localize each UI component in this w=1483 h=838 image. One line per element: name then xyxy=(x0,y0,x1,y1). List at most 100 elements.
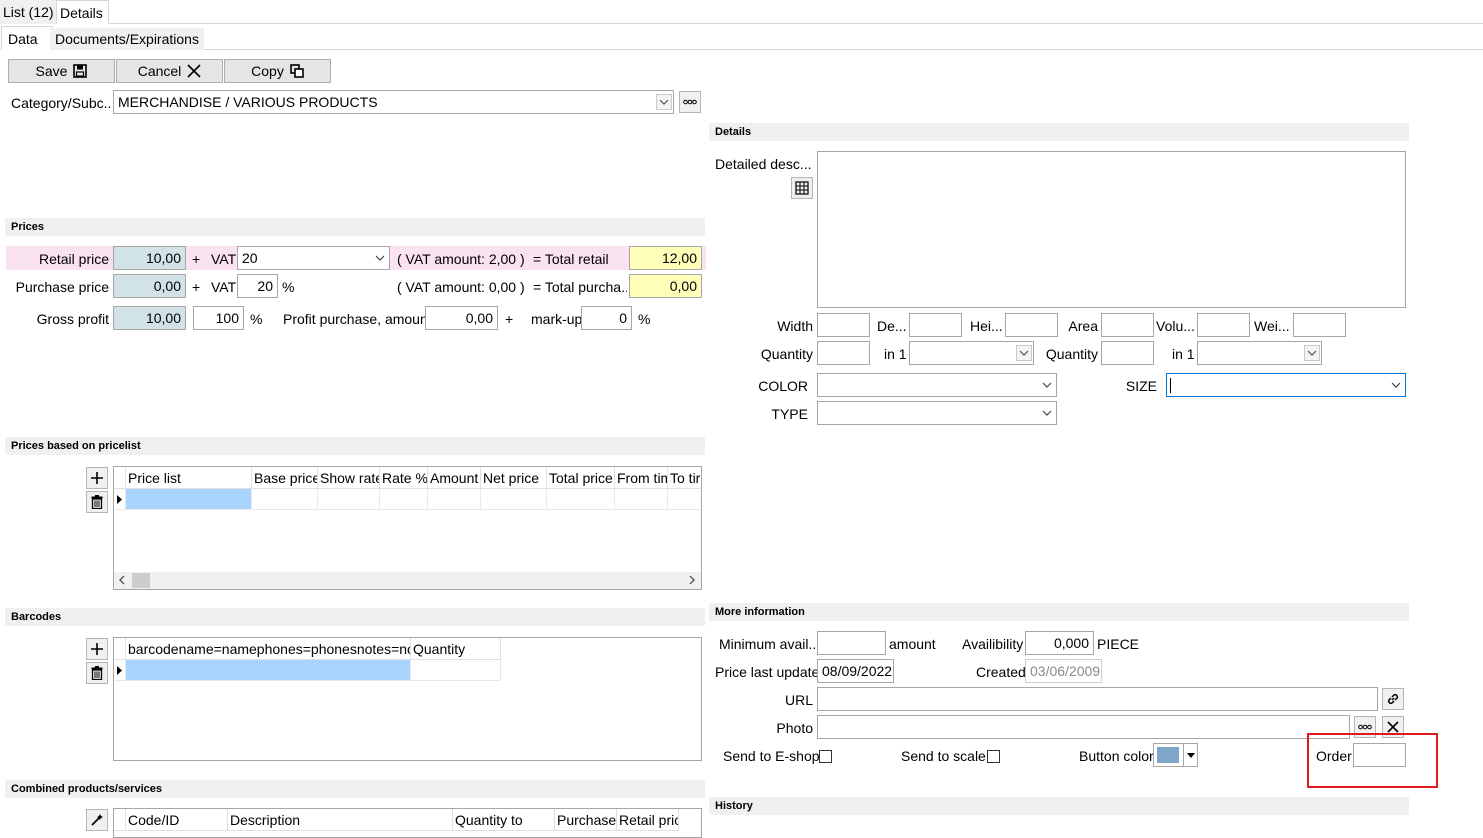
profit-purchase-field[interactable]: 0,00 xyxy=(425,306,498,330)
column-header[interactable]: Code/ID xyxy=(126,809,228,831)
color-select[interactable] xyxy=(817,373,1057,397)
detailed-description-textarea[interactable] xyxy=(817,151,1406,308)
width-field[interactable] xyxy=(817,313,870,337)
tab-list[interactable]: List (12) xyxy=(0,0,59,24)
chevron-down-icon[interactable] xyxy=(373,250,387,266)
table-cell[interactable] xyxy=(252,489,318,510)
barcode-grid[interactable]: barcodename=namephones=phonesnotes=notes… xyxy=(113,637,702,761)
gross-profit-label: Gross profit xyxy=(36,311,109,327)
column-header[interactable]: Base price xyxy=(252,467,318,489)
depth-field[interactable] xyxy=(909,313,962,337)
gross-profit-percent-field[interactable]: 100 xyxy=(193,306,244,330)
category-select[interactable]: MERCHANDISE / VARIOUS PRODUCTS xyxy=(113,90,674,114)
column-header[interactable]: Net price xyxy=(481,467,547,489)
column-header[interactable]: Rate % xyxy=(380,467,428,489)
scrollbar-thumb[interactable] xyxy=(132,573,150,588)
height-field[interactable] xyxy=(1005,313,1058,337)
tab-documents-expirations[interactable]: Documents/Expirations xyxy=(50,28,204,50)
table-cell[interactable] xyxy=(318,489,380,510)
chevron-down-icon[interactable] xyxy=(1304,345,1320,361)
purchase-price-field[interactable]: 0,00 xyxy=(113,274,186,298)
chevron-down-icon[interactable] xyxy=(1040,377,1054,393)
quantity-field[interactable] xyxy=(817,341,870,365)
minimum-availability-label: Minimum avail... xyxy=(719,636,815,652)
send-to-eshop-checkbox[interactable] xyxy=(819,750,832,763)
caret-down-icon[interactable] xyxy=(1183,744,1197,766)
column-header[interactable]: Quantity xyxy=(411,638,501,660)
minimum-availability-field[interactable] xyxy=(817,631,886,655)
column-header[interactable]: Show rate xyxy=(318,467,380,489)
purchase-vat-field[interactable]: 20 xyxy=(237,274,278,298)
cancel-button[interactable]: Cancel xyxy=(116,59,223,83)
barcode-delete-button[interactable] xyxy=(86,662,108,684)
table-cell[interactable] xyxy=(481,489,547,510)
column-header[interactable]: From tim xyxy=(615,467,668,489)
table-cell[interactable] xyxy=(411,660,501,681)
weight-label: Wei... xyxy=(1254,318,1290,334)
pricelist-add-button[interactable] xyxy=(86,467,108,489)
combined-grid[interactable]: Code/ID Description Quantity to Purchase… xyxy=(113,808,702,838)
barcode-add-button[interactable] xyxy=(86,638,108,660)
chevron-down-icon[interactable] xyxy=(1040,405,1054,421)
price-last-update-field[interactable]: 08/09/2022 xyxy=(817,659,894,683)
category-browse-button[interactable] xyxy=(679,91,701,113)
area-field[interactable] xyxy=(1101,313,1154,337)
chevron-left-icon[interactable] xyxy=(118,575,126,585)
chevron-down-icon[interactable] xyxy=(1016,345,1032,361)
weight-field[interactable] xyxy=(1293,313,1346,337)
column-header[interactable]: To tir xyxy=(668,467,701,489)
column-header[interactable]: Purchase xyxy=(555,809,617,831)
open-url-button[interactable] xyxy=(1382,688,1404,710)
table-cell[interactable] xyxy=(615,489,668,510)
chevron-right-icon[interactable] xyxy=(688,575,696,585)
type-select[interactable] xyxy=(817,401,1057,425)
total-retail-field[interactable]: 12,00 xyxy=(629,246,702,270)
color-label: COLOR xyxy=(758,378,808,394)
table-cell[interactable] xyxy=(380,489,428,510)
total-purchase-label: = Total purcha... xyxy=(533,279,627,295)
total-purchase-field[interactable]: 0,00 xyxy=(629,274,702,298)
plus-sign: + xyxy=(192,251,201,267)
column-header[interactable]: Amount xyxy=(428,467,481,489)
pricelist-delete-button[interactable] xyxy=(86,491,108,513)
photo-field[interactable] xyxy=(817,715,1350,739)
availability-field[interactable]: 0,000 xyxy=(1025,631,1094,655)
tab-data[interactable]: Data xyxy=(1,26,53,50)
button-color-picker[interactable] xyxy=(1153,743,1198,767)
markup-field[interactable]: 0 xyxy=(581,306,632,330)
description-table-button[interactable] xyxy=(791,177,813,199)
unit-select[interactable] xyxy=(909,341,1034,365)
send-to-scale-checkbox[interactable] xyxy=(987,750,1000,763)
url-field[interactable] xyxy=(817,687,1378,711)
grid-corner xyxy=(114,467,126,489)
pricelist-grid[interactable]: Price list Base price Show rate Rate % A… xyxy=(113,466,702,590)
vat-select[interactable]: 20 xyxy=(237,246,390,270)
tab-details[interactable]: Details xyxy=(56,0,109,24)
table-cell[interactable] xyxy=(668,489,701,510)
column-header[interactable]: Quantity to xyxy=(453,809,555,831)
column-header[interactable]: Description xyxy=(228,809,453,831)
size-select[interactable] xyxy=(1166,373,1406,397)
column-header[interactable]: Total price xyxy=(547,467,615,489)
table-cell-selected[interactable] xyxy=(126,489,252,510)
gross-profit-field[interactable]: 10,00 xyxy=(113,306,186,330)
chevron-down-icon[interactable] xyxy=(656,94,672,110)
unit-select-2[interactable] xyxy=(1197,341,1322,365)
retail-price-label: Retail price xyxy=(38,251,109,267)
text-cursor xyxy=(1170,378,1171,393)
table-cell[interactable] xyxy=(547,489,615,510)
column-header[interactable]: Retail pric xyxy=(617,809,679,831)
chevron-down-icon[interactable] xyxy=(1389,377,1403,393)
column-header[interactable]: barcodename=namephones=phonesnotes=notes xyxy=(126,638,411,660)
retail-price-field[interactable]: 10,00 xyxy=(113,246,186,270)
horizontal-scrollbar[interactable] xyxy=(114,572,701,589)
copy-button[interactable]: Copy xyxy=(224,59,331,83)
save-button[interactable]: Save xyxy=(8,59,115,83)
volume-field[interactable] xyxy=(1197,313,1250,337)
combined-action-button[interactable] xyxy=(86,809,108,831)
quantity-field-2[interactable] xyxy=(1101,341,1154,365)
prices-section-header: Prices xyxy=(5,218,705,236)
column-header[interactable]: Price list xyxy=(126,467,252,489)
table-cell-selected[interactable] xyxy=(126,660,411,681)
table-cell[interactable] xyxy=(428,489,481,510)
